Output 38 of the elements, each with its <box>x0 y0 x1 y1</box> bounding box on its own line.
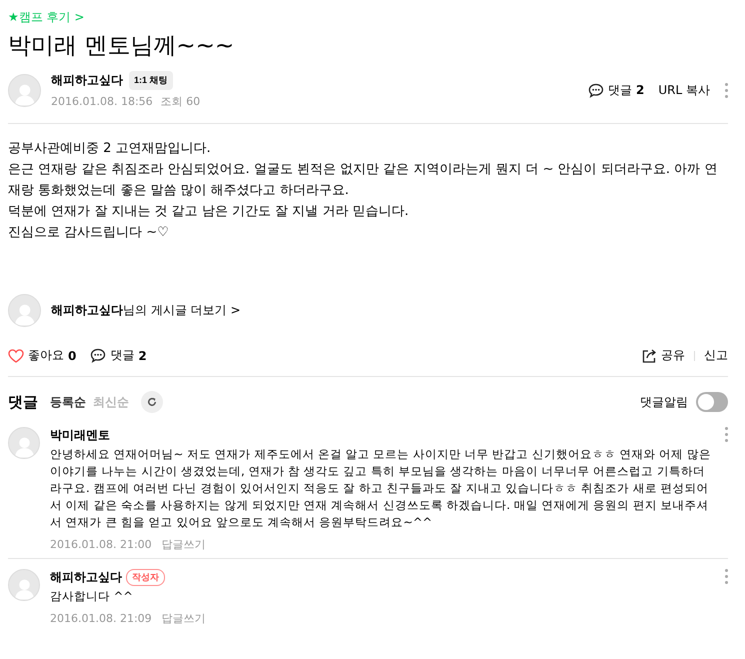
like-button[interactable]: 좋아요 0 <box>8 347 76 364</box>
body-paragraph: 덕분에 연재가 잘 지내는 것 같고 남은 기간도 잘 지낼 거라 믿습니다. <box>8 203 410 221</box>
comment-date: 2016.01.08. 21:09 <box>50 612 152 625</box>
body-paragraph: 공부사관예비중 2 고연재맘입니다. <box>8 140 212 158</box>
post-date: 2016.01.08. 18:56 <box>51 95 153 108</box>
comment-text: 안녕하세요 연재어머님~ 저도 연재가 제주도에서 온걸 알고 모르는 사이지만 너무 반갑고 신기했어요ㅎㅎ 연재와 어제 많은 이야기를 나누는 시간이 생겼었는데, 연재가 참 생각도 깊고 특히 부모님을 생각하는 마음이 너무너무 어른스럽고 기특하더라구요. 캠프에 여러번 다닌 경험이 있어서인지 적응도 잘 하고 친구들과도 잘 지내고 있습니다ㅎㅎ 취침조가 새로 편성되어서 이제 같은 숙소를 사용하지는 않게 되었지만 연재 계속해서 신경쓰도록 하겠습니다. 매일 연재에게 응원의 편지 보내주셔서 연재가 큰 힘을 얻고 있어요 앞으로도 계속해서 응원부탁드려요~^^ <box>50 446 712 531</box>
comments-heading: 댓글 <box>8 392 38 412</box>
avatar <box>8 294 41 327</box>
body-paragraph: 은근 연재랑 같은 취짐조라 안심되었어요. 얼굴도 뵌적은 없지만 같은 지역이라는게 뭔지 더 ~ 안심이 되더라구요. 아까 연재랑 통화했었는데 좋은 말씀 많이 해주셨다고 하더라구요. <box>8 161 718 200</box>
sort-tab[interactable]: 등록순 <box>50 394 86 410</box>
comment-alert-toggle[interactable] <box>696 392 728 412</box>
comments-button[interactable]: 댓글 2 <box>588 82 644 98</box>
writer-badge: 작성자 <box>126 569 165 586</box>
comment-alert-label: 댓글알림 <box>640 394 688 410</box>
refresh-button[interactable] <box>141 391 163 413</box>
post-title: 박미래 멘토님께~~~ <box>8 32 236 61</box>
refresh-icon <box>147 397 157 407</box>
avatar <box>8 74 41 106</box>
avatar <box>8 569 40 601</box>
author-name: 해피하고싶다 <box>51 72 123 89</box>
report-button[interactable]: 신고 <box>704 347 728 364</box>
url-copy-button[interactable]: URL 복사 <box>658 82 710 98</box>
comment-text: 감사합니다 ^^ <box>50 588 134 605</box>
heart-icon <box>8 348 24 362</box>
comment-author: 해피하고싶다 <box>50 569 122 586</box>
view-count: 조회 60 <box>160 94 200 109</box>
comments-button[interactable]: 댓글 2 <box>90 347 147 364</box>
avatar <box>8 427 40 459</box>
body-paragraph: 진심으로 감사드립니다 ~♡ <box>8 224 170 242</box>
more-posts-link[interactable]: 해피하고싶다님의 게시글 더보기 > <box>51 302 240 319</box>
speech-bubble-icon <box>90 348 106 363</box>
speech-bubble-icon <box>588 82 604 98</box>
comment-author: 박미래멘토 <box>50 427 110 444</box>
share-icon <box>642 348 657 362</box>
comment-date: 2016.01.08. 21:00 <box>50 538 152 551</box>
more-options-button[interactable] <box>724 82 728 98</box>
share-button[interactable]: 공유 <box>642 347 685 364</box>
chat-button[interactable]: 1:1 채팅 <box>129 71 173 90</box>
